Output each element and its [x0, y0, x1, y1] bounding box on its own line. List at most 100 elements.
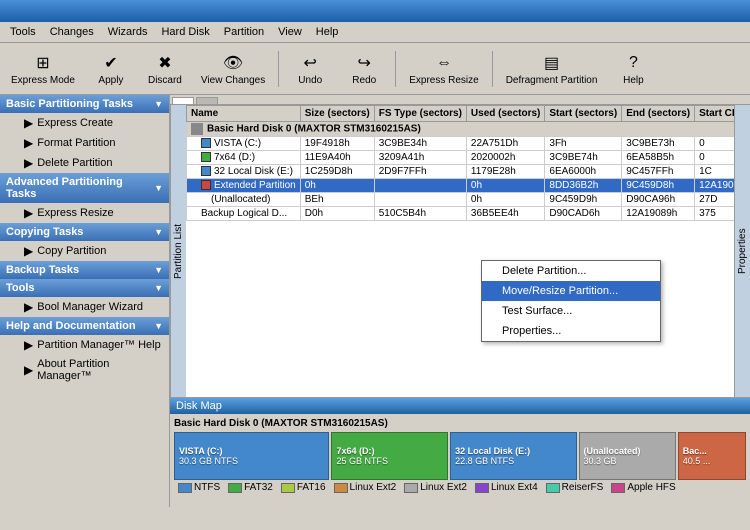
toolbar-label: Express Mode [11, 75, 75, 86]
toolbar-btn-express-mode[interactable]: ⊞Express Mode [4, 47, 82, 90]
toolbar-btn-help[interactable]: ?Help [608, 47, 658, 90]
section-item-express-create[interactable]: ▶Express Create [0, 113, 169, 133]
toolbar-icon: ↪ [352, 51, 376, 75]
toolbar-label: Defragment Partition [506, 75, 598, 86]
legend-color [334, 483, 348, 493]
context-menu-item-delete-partition---[interactable]: Delete Partition... [482, 261, 660, 281]
legend: NTFSFAT32FAT16Linux Ext2Linux Ext2Linux … [174, 480, 746, 495]
section-title: Tools [6, 282, 35, 294]
toolbar-btn-apply[interactable]: ✔Apply [86, 47, 136, 90]
partition-data-cell: D0h [300, 207, 374, 221]
section-title: Help and Documentation [6, 320, 136, 332]
disk-partition-bar[interactable]: VISTA (C:)30.3 GB NTFS [174, 432, 329, 480]
section-item-delete-partition[interactable]: ▶Delete Partition [0, 153, 169, 173]
properties-label: Properties [734, 105, 750, 397]
table-row[interactable]: Backup Logical D...D0h510C5B4h36B5EE4hD9… [187, 207, 735, 221]
partition-data-cell: 19F4918h [300, 137, 374, 151]
disk-view[interactable]: NameSize (sectors)FS Type (sectors)Used … [186, 105, 734, 397]
partition-data-cell: 1C [695, 165, 734, 179]
menu-item-tools[interactable]: Tools [4, 24, 42, 40]
section-item-bool-manager-wizard[interactable]: ▶Bool Manager Wizard [0, 297, 169, 317]
section-item-format-partition[interactable]: ▶Format Partition [0, 133, 169, 153]
disk-map-label: Basic Hard Disk 0 (MAXTOR STM3160215AS) [174, 418, 746, 429]
toolbar-label: Discard [148, 75, 182, 86]
section-header-backup-tasks[interactable]: Backup Tasks▼ [0, 261, 169, 279]
legend-label: Linux Ext2 [420, 482, 467, 493]
menu-item-hard-disk[interactable]: Hard Disk [155, 24, 215, 40]
item-icon: ▶ [24, 244, 33, 258]
disk-partition-bar[interactable]: (Unallocated)30.3 GB [579, 432, 676, 480]
section-item-express-resize[interactable]: ▶Express Resize [0, 203, 169, 223]
partition-data-cell: 0h [300, 179, 374, 193]
context-menu[interactable]: Delete Partition...Move/Resize Partition… [481, 260, 661, 342]
table-row[interactable]: 7x64 (D:)11E9A40h3209A41h2020002h3C9BE74… [187, 151, 735, 165]
partition-name-cell: 32 Local Disk (E:) [187, 165, 301, 179]
section-header-basic-partitioning-tasks[interactable]: Basic Partitioning Tasks▼ [0, 95, 169, 113]
disk-partition-bar[interactable]: Bac...40.5 ... [678, 432, 746, 480]
context-menu-item-test-surface---[interactable]: Test Surface... [482, 301, 660, 321]
partition-data-cell: 2020002h [466, 151, 544, 165]
menu-item-wizards[interactable]: Wizards [102, 24, 154, 40]
context-menu-item-move-resize-partition---[interactable]: Move/Resize Partition... [482, 281, 660, 301]
toolbar-icon: ↩ [298, 51, 322, 75]
section-header-copying-tasks[interactable]: Copying Tasks▼ [0, 223, 169, 241]
partition-data-cell: 12A19089h [622, 207, 695, 221]
section-toggle: ▼ [154, 283, 163, 293]
disk-map-content: Basic Hard Disk 0 (MAXTOR STM3160215AS) … [170, 414, 750, 499]
main-layout: Basic Partitioning Tasks▼▶Express Create… [0, 95, 750, 507]
table-row[interactable]: Extended Partition0h0h8DD36B2h9C459D8h12… [187, 179, 735, 193]
partition-data-cell: 2D9F7FFh [374, 165, 466, 179]
table-header: End (sectors) [622, 106, 695, 122]
tab-help[interactable] [196, 97, 218, 104]
disk-partition-bar[interactable]: 7x64 (D:)25 GB NTFS [331, 432, 448, 480]
section-item-partition-manager™-help[interactable]: ▶Partition Manager™ Help [0, 335, 169, 355]
toolbar-icon: ✖ [153, 51, 177, 75]
section-header-advanced-partitioning-tasks[interactable]: Advanced Partitioning Tasks▼ [0, 173, 169, 203]
item-icon: ▶ [24, 206, 33, 220]
toolbar-btn-view-changes[interactable]: 👁View Changes [194, 47, 272, 90]
menu-item-help[interactable]: Help [310, 24, 345, 40]
toolbar-label: Apply [98, 75, 123, 86]
item-label: Delete Partition [37, 157, 112, 169]
toolbar-btn-discard[interactable]: ✖Discard [140, 47, 190, 90]
section-header-help-and-documentation[interactable]: Help and Documentation▼ [0, 317, 169, 335]
disk-bars: VISTA (C:)30.3 GB NTFS7x64 (D:)25 GB NTF… [174, 432, 746, 480]
partition-data-cell [374, 193, 466, 207]
partition-data-cell: 6EA58B5h [622, 151, 695, 165]
section-header-tools[interactable]: Tools ▼ [0, 279, 169, 297]
disk-partition-bar[interactable]: 32 Local Disk (E:)22.8 GB NTFS [450, 432, 576, 480]
bar-size: 30.3 GB [584, 456, 671, 466]
item-label: About Partition Manager™ [37, 358, 161, 382]
table-row[interactable]: 32 Local Disk (E:)1C259D8h2D9F7FFh1179E2… [187, 165, 735, 179]
toolbar-label: Redo [352, 75, 376, 86]
tab-bar [170, 95, 750, 105]
toolbar-btn-defragment-partition[interactable]: ▤Defragment Partition [499, 47, 605, 90]
toolbar-icon: ⊞ [31, 51, 55, 75]
partition-data-cell: D90CAD6h [545, 207, 622, 221]
legend-item: Linux Ext2 [334, 482, 397, 493]
tab-disk-view[interactable] [172, 97, 194, 104]
menu-item-changes[interactable]: Changes [44, 24, 100, 40]
section-toggle: ▼ [154, 183, 163, 193]
legend-item: ReiserFS [546, 482, 604, 493]
toolbar-btn-undo[interactable]: ↩Undo [285, 47, 335, 90]
menu-item-view[interactable]: View [272, 24, 308, 40]
context-menu-item-properties---[interactable]: Properties... [482, 321, 660, 341]
section-item-about-partition-manager™[interactable]: ▶About Partition Manager™ [0, 355, 169, 385]
menu-item-partition[interactable]: Partition [218, 24, 270, 40]
toolbar-btn-express-resize[interactable]: ⇔Express Resize [402, 47, 485, 90]
bar-size: 30.3 GB NTFS [179, 456, 324, 466]
partition-data-cell: 9C459D9h [545, 193, 622, 207]
table-row[interactable]: VISTA (C:)19F4918h3C9BE34h22A751Dh3Fh3C9… [187, 137, 735, 151]
table-row[interactable]: (Unallocated)BEh0h9C459D9hD90CA96h27D [187, 193, 735, 207]
legend-color [611, 483, 625, 493]
toolbar-label: Undo [298, 75, 322, 86]
legend-label: FAT16 [297, 482, 326, 493]
legend-item: Apple HFS [611, 482, 675, 493]
item-label: Partition Manager™ Help [37, 339, 161, 351]
item-icon: ▶ [24, 136, 33, 150]
partition-data-cell: 3C9BE73h [622, 137, 695, 151]
toolbar-label: Express Resize [409, 75, 478, 86]
section-item-copy-partition[interactable]: ▶Copy Partition [0, 241, 169, 261]
toolbar-btn-redo[interactable]: ↪Redo [339, 47, 389, 90]
